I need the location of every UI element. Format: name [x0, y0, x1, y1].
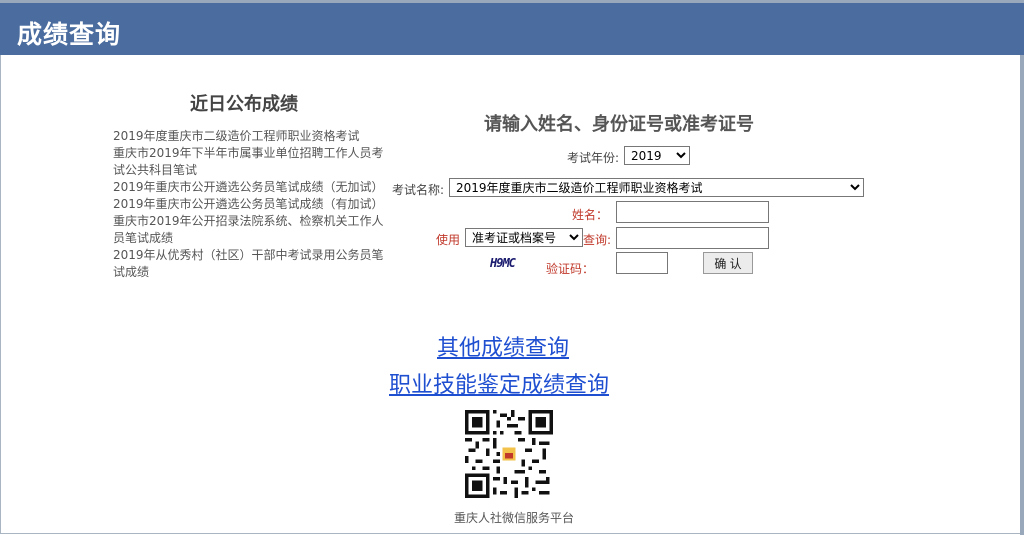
id-type-select[interactable]: 准考证或档案号 [465, 228, 583, 247]
qr-caption: 重庆人社微信服务平台 [454, 511, 575, 525]
captcha-input[interactable] [616, 252, 668, 274]
recent-result-link[interactable]: 2019年度重庆市二级造价工程师职业资格考试 [113, 128, 385, 145]
header-bar: 成绩查询 [0, 3, 1024, 55]
use-label: 使用 [436, 233, 461, 247]
recent-result-link[interactable]: 重庆市2019年下半年市属事业单位招聘工作人员考试公共科目笔试 [113, 145, 385, 179]
exam-name-select[interactable]: 2019年度重庆市二级造价工程师职业资格考试 [449, 178, 864, 197]
recent-result-link[interactable]: 2019年重庆市公开遴选公务员笔试成绩（无加试） [113, 179, 385, 196]
recent-results-list: 2019年度重庆市二级造价工程师职业资格考试 重庆市2019年下半年市属事业单位… [113, 128, 385, 281]
recent-results-title: 近日公布成绩 [190, 94, 298, 115]
exam-year-select[interactable]: 2019 [624, 146, 690, 165]
qr-code-image [465, 410, 553, 498]
name-input[interactable] [616, 201, 769, 223]
other-results-link[interactable]: 其他成绩查询 [437, 330, 569, 362]
exam-name-label: 考试名称: [392, 183, 445, 197]
recent-result-link[interactable]: 2019年重庆市公开遴选公务员笔试成绩（有加试） [113, 196, 385, 213]
captcha-image: H9MC [490, 256, 516, 270]
query-label: 查询: [583, 233, 612, 247]
name-label: 姓名： [572, 208, 609, 222]
exam-year-label: 考试年份: [567, 151, 620, 165]
skills-results-link[interactable]: 职业技能鉴定成绩查询 [389, 367, 609, 399]
query-input[interactable] [616, 227, 769, 249]
recent-result-link[interactable]: 重庆市2019年公开招录法院系统、检察机关工作人员笔试成绩 [113, 213, 385, 247]
confirm-button[interactable]: 确 认 [703, 252, 753, 274]
page-title: 成绩查询 [17, 20, 122, 49]
recent-result-link[interactable]: 2019年从优秀村（社区）干部中考试录用公务员笔试成绩 [113, 247, 385, 281]
query-form-title: 请输入姓名、身份证号或准考证号 [484, 114, 754, 135]
right-rail [1020, 55, 1024, 535]
captcha-label: 验证码： [546, 262, 595, 276]
